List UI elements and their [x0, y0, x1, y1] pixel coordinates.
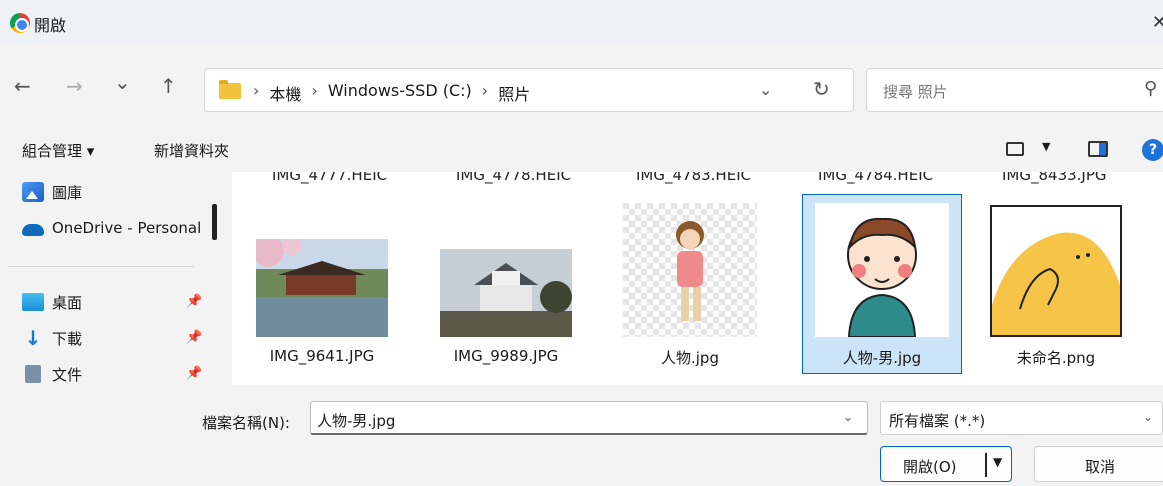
search-icon[interactable]: ⚲ — [1144, 78, 1157, 99]
back-arrow-icon[interactable]: ← — [14, 74, 31, 98]
file-tile[interactable]: IMG_9641.JPG — [242, 194, 402, 374]
file-tile[interactable]: 人物.jpg — [610, 194, 770, 374]
title-bar: 開啟 ✕ — [0, 0, 1163, 44]
sidebar-scrollbar-thumb[interactable] — [212, 204, 217, 240]
sidebar-item-label: 桌面 — [52, 293, 83, 312]
search-box[interactable]: 搜尋 照片 ⚲ — [866, 68, 1163, 112]
partial-row-labels: IMG_4777.HEIC IMG_4778.HEIC IMG_4783.HEI… — [232, 172, 1163, 186]
file-label[interactable]: IMG_4778.HEIC — [456, 172, 571, 184]
gallery-icon — [22, 182, 44, 202]
file-label[interactable]: IMG_4777.HEIC — [272, 172, 387, 184]
view-mode-icon[interactable] — [1006, 142, 1024, 156]
new-folder-button[interactable]: 新增資料夾 — [154, 140, 229, 161]
breadcrumb-separator: › — [253, 81, 260, 100]
breadcrumb-separator: › — [311, 81, 318, 100]
file-label: 人物-男.jpg — [842, 349, 922, 367]
photo-thumbnail-temple — [256, 239, 388, 337]
filename-input[interactable]: 人物-男.jpg ⌄ — [310, 401, 868, 435]
photo-thumbnail-castle — [440, 249, 572, 337]
file-label[interactable]: IMG_4783.HEIC — [636, 172, 751, 184]
sidebar-item-label: OneDrive - Personal — [52, 219, 202, 237]
folder-icon — [219, 80, 241, 99]
desktop-icon — [22, 293, 44, 311]
file-tile[interactable]: IMG_9989.JPG — [426, 194, 586, 374]
view-mode-dropdown-icon[interactable]: ▼ — [1042, 140, 1050, 153]
help-icon[interactable]: ? — [1142, 139, 1163, 161]
file-type-value: 所有檔案 (*.*) — [889, 412, 986, 430]
breadcrumb: › 本機 › Windows-SSD (C:) › 照片 — [253, 81, 530, 105]
up-arrow-icon[interactable]: ↑ — [160, 74, 177, 98]
breadcrumb-item-this-pc[interactable]: 本機 — [269, 81, 301, 105]
command-bar: 組合管理 ▾ 新增資料夾 ▼ ? — [0, 126, 1163, 172]
download-icon: ↓ — [24, 326, 42, 350]
preview-pane-icon[interactable] — [1088, 141, 1108, 157]
navigation-bar: ← → ⌄ ↑ › 本機 › Windows-SSD (C:) › 照片 ⌄ ↻… — [0, 44, 1163, 126]
address-bar[interactable]: › 本機 › Windows-SSD (C:) › 照片 ⌄ ↻ — [204, 68, 854, 112]
chrome-app-icon — [10, 13, 30, 33]
address-dropdown-chevron-icon[interactable]: ⌄ — [759, 80, 772, 99]
sidebar-item-label: 下載 — [52, 329, 83, 348]
file-label: 未命名.png — [1016, 349, 1096, 367]
file-label: IMG_9641.JPG — [269, 347, 375, 365]
pin-icon: 📌 — [186, 294, 203, 309]
file-tile-selected[interactable]: 人物-男.jpg — [802, 194, 962, 374]
dialog-footer: 檔案名稱(N): 人物-男.jpg ⌄ 所有檔案 (*.*) ⌄ 開啟(O) ▼… — [0, 385, 1163, 486]
cancel-button[interactable]: 取消 — [1034, 446, 1163, 482]
breadcrumb-item-drive[interactable]: Windows-SSD (C:) — [328, 81, 472, 105]
sidebar-divider — [8, 266, 194, 267]
sidebar-item-documents[interactable]: 文件 — [22, 360, 82, 385]
breadcrumb-separator: › — [481, 81, 489, 100]
sidebar-item-onedrive[interactable]: OneDrive - Personal — [22, 214, 201, 242]
file-tile[interactable]: 未命名.png — [976, 194, 1136, 374]
recent-locations-chevron-icon[interactable]: ⌄ — [114, 70, 131, 94]
illustration-thumbnail-untitled — [990, 205, 1122, 337]
file-label[interactable]: IMG_4784.HEIC — [818, 172, 933, 184]
sidebar-item-desktop[interactable]: 桌面 — [22, 288, 82, 316]
navigation-pane: 圖庫 OneDrive - Personal 桌面 📌 ↓ 下載 📌 文件 📌 — [0, 172, 214, 385]
refresh-icon[interactable]: ↻ — [813, 77, 830, 101]
open-button[interactable]: 開啟(O) ▼ — [880, 446, 1012, 482]
file-label[interactable]: IMG_8433.JPG — [1002, 172, 1107, 184]
file-label: IMG_9989.JPG — [453, 347, 559, 365]
open-options-arrow-icon[interactable]: ▼ — [993, 455, 1002, 469]
forward-arrow-icon[interactable]: → — [66, 74, 83, 98]
open-button-label: 開啟(O) — [903, 458, 957, 476]
cancel-button-label: 取消 — [1084, 458, 1115, 476]
filename-label: 檔案名稱(N): — [202, 414, 290, 432]
onedrive-cloud-icon — [22, 224, 44, 236]
pin-icon: 📌 — [186, 366, 203, 381]
filename-value: 人物-男.jpg — [317, 412, 396, 430]
sidebar-item-label: 圖庫 — [52, 183, 83, 202]
file-type-chevron-icon: ⌄ — [1143, 410, 1154, 424]
close-icon[interactable]: ✕ — [1152, 12, 1163, 33]
illustration-thumbnail-man — [815, 203, 949, 337]
file-type-select[interactable]: 所有檔案 (*.*) ⌄ — [880, 401, 1163, 435]
filename-dropdown-chevron-icon[interactable]: ⌄ — [843, 410, 853, 424]
window-title: 開啟 — [34, 16, 67, 35]
split-divider — [985, 453, 987, 477]
sidebar-item-downloads[interactable]: ↓ 下載 — [22, 324, 82, 352]
documents-icon — [25, 365, 41, 383]
sidebar-item-label: 文件 — [52, 365, 83, 384]
organize-menu-button[interactable]: 組合管理 ▾ — [22, 140, 94, 161]
search-placeholder: 搜尋 照片 — [883, 83, 948, 101]
breadcrumb-item-photos[interactable]: 照片 — [498, 81, 530, 105]
sidebar-item-gallery[interactable]: 圖庫 — [22, 178, 82, 206]
file-list-pane: IMG_4777.HEIC IMG_4778.HEIC IMG_4783.HEI… — [232, 172, 1163, 385]
pin-icon: 📌 — [186, 330, 203, 345]
illustration-thumbnail-woman — [623, 203, 757, 337]
file-label: 人物.jpg — [661, 349, 719, 367]
